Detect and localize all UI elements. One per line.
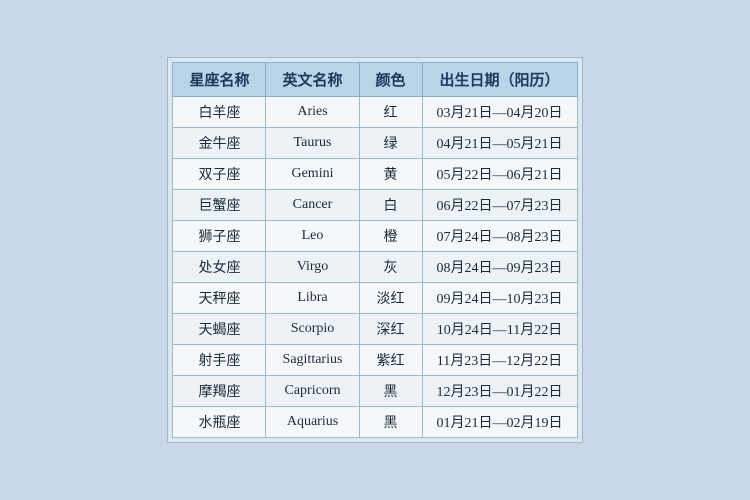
dates-cell: 11月23日—12月22日 — [422, 345, 577, 376]
english-name-cell: Aries — [266, 97, 359, 128]
dates-cell: 06月22日—07月23日 — [422, 190, 577, 221]
chinese-name-cell: 天秤座 — [173, 283, 266, 314]
chinese-name-cell: 巨蟹座 — [173, 190, 266, 221]
chinese-name-cell: 双子座 — [173, 159, 266, 190]
english-name-cell: Libra — [266, 283, 359, 314]
color-cell: 橙 — [359, 221, 422, 252]
english-name-cell: Scorpio — [266, 314, 359, 345]
table-row: 巨蟹座Cancer白06月22日—07月23日 — [173, 190, 577, 221]
table-row: 双子座Gemini黄05月22日—06月21日 — [173, 159, 577, 190]
table-row: 射手座Sagittarius紫红11月23日—12月22日 — [173, 345, 577, 376]
header-chinese-name: 星座名称 — [173, 63, 266, 97]
dates-cell: 07月24日—08月23日 — [422, 221, 577, 252]
english-name-cell: Capricorn — [266, 376, 359, 407]
table-row: 天秤座Libra淡红09月24日—10月23日 — [173, 283, 577, 314]
chinese-name-cell: 白羊座 — [173, 97, 266, 128]
color-cell: 绿 — [359, 128, 422, 159]
chinese-name-cell: 狮子座 — [173, 221, 266, 252]
header-color: 颜色 — [359, 63, 422, 97]
table-row: 天蝎座Scorpio深红10月24日—11月22日 — [173, 314, 577, 345]
table-row: 摩羯座Capricorn黑12月23日—01月22日 — [173, 376, 577, 407]
table-row: 狮子座Leo橙07月24日—08月23日 — [173, 221, 577, 252]
color-cell: 灰 — [359, 252, 422, 283]
english-name-cell: Gemini — [266, 159, 359, 190]
chinese-name-cell: 射手座 — [173, 345, 266, 376]
chinese-name-cell: 水瓶座 — [173, 407, 266, 438]
chinese-name-cell: 天蝎座 — [173, 314, 266, 345]
dates-cell: 08月24日—09月23日 — [422, 252, 577, 283]
dates-cell: 04月21日—05月21日 — [422, 128, 577, 159]
color-cell: 红 — [359, 97, 422, 128]
zodiac-table-wrapper: 星座名称 英文名称 颜色 出生日期（阳历） 白羊座Aries红03月21日—04… — [167, 57, 582, 443]
table-body: 白羊座Aries红03月21日—04月20日金牛座Taurus绿04月21日—0… — [173, 97, 577, 438]
dates-cell: 03月21日—04月20日 — [422, 97, 577, 128]
table-row: 处女座Virgo灰08月24日—09月23日 — [173, 252, 577, 283]
color-cell: 黄 — [359, 159, 422, 190]
dates-cell: 05月22日—06月21日 — [422, 159, 577, 190]
header-dates: 出生日期（阳历） — [422, 63, 577, 97]
chinese-name-cell: 摩羯座 — [173, 376, 266, 407]
zodiac-table: 星座名称 英文名称 颜色 出生日期（阳历） 白羊座Aries红03月21日—04… — [172, 62, 577, 438]
dates-cell: 01月21日—02月19日 — [422, 407, 577, 438]
english-name-cell: Virgo — [266, 252, 359, 283]
color-cell: 深红 — [359, 314, 422, 345]
table-row: 白羊座Aries红03月21日—04月20日 — [173, 97, 577, 128]
chinese-name-cell: 处女座 — [173, 252, 266, 283]
dates-cell: 12月23日—01月22日 — [422, 376, 577, 407]
color-cell: 白 — [359, 190, 422, 221]
dates-cell: 09月24日—10月23日 — [422, 283, 577, 314]
english-name-cell: Taurus — [266, 128, 359, 159]
table-row: 水瓶座Aquarius黑01月21日—02月19日 — [173, 407, 577, 438]
english-name-cell: Sagittarius — [266, 345, 359, 376]
table-row: 金牛座Taurus绿04月21日—05月21日 — [173, 128, 577, 159]
table-header-row: 星座名称 英文名称 颜色 出生日期（阳历） — [173, 63, 577, 97]
english-name-cell: Leo — [266, 221, 359, 252]
color-cell: 紫红 — [359, 345, 422, 376]
dates-cell: 10月24日—11月22日 — [422, 314, 577, 345]
english-name-cell: Cancer — [266, 190, 359, 221]
color-cell: 黑 — [359, 407, 422, 438]
color-cell: 黑 — [359, 376, 422, 407]
english-name-cell: Aquarius — [266, 407, 359, 438]
chinese-name-cell: 金牛座 — [173, 128, 266, 159]
color-cell: 淡红 — [359, 283, 422, 314]
header-english-name: 英文名称 — [266, 63, 359, 97]
